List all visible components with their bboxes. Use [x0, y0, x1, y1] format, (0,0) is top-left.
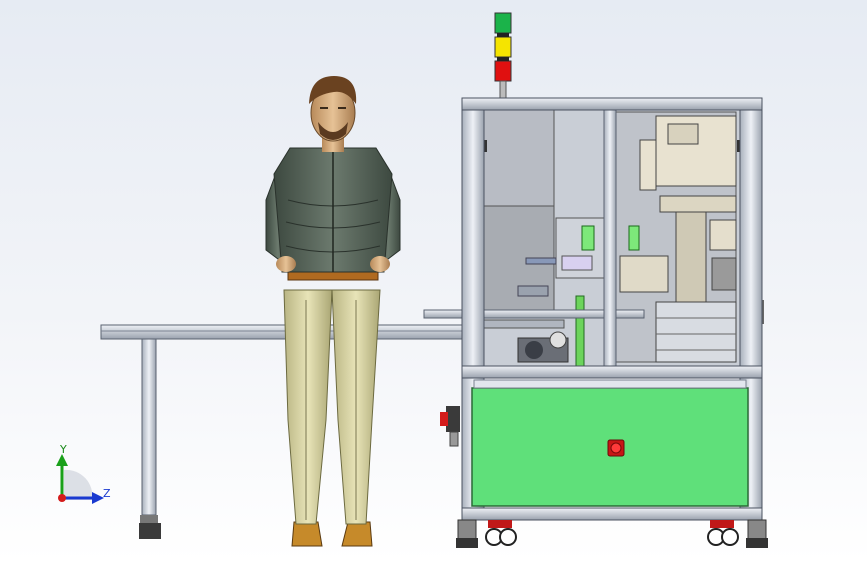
emergency-stop-icon	[607, 439, 625, 457]
left-hand	[276, 256, 296, 272]
frame-top-rail	[461, 97, 763, 111]
machine	[423, 97, 768, 548]
coordinate-axes-icon	[56, 454, 104, 504]
cad-viewport[interactable]: Y Z	[0, 0, 867, 562]
stack-light-icon	[494, 12, 512, 99]
caster-wheel-icon	[707, 520, 739, 546]
air-regulator-icon	[440, 406, 460, 447]
left-shoe	[291, 521, 323, 547]
conveyor-leg	[141, 338, 157, 516]
triad-y-label: Y	[59, 443, 67, 456]
operator-figure	[265, 76, 401, 547]
frame-mid-rail	[461, 365, 763, 379]
frame-bottom-rail	[461, 507, 763, 521]
conveyor	[100, 324, 464, 539]
assembly-render: Y Z	[56, 12, 768, 548]
right-shoe	[341, 521, 373, 547]
left-leg	[283, 289, 333, 525]
conveyor-foot	[139, 523, 161, 539]
right-hand	[370, 256, 390, 272]
triad-z-label: Z	[103, 487, 111, 500]
caster-wheel-icon	[485, 520, 517, 546]
